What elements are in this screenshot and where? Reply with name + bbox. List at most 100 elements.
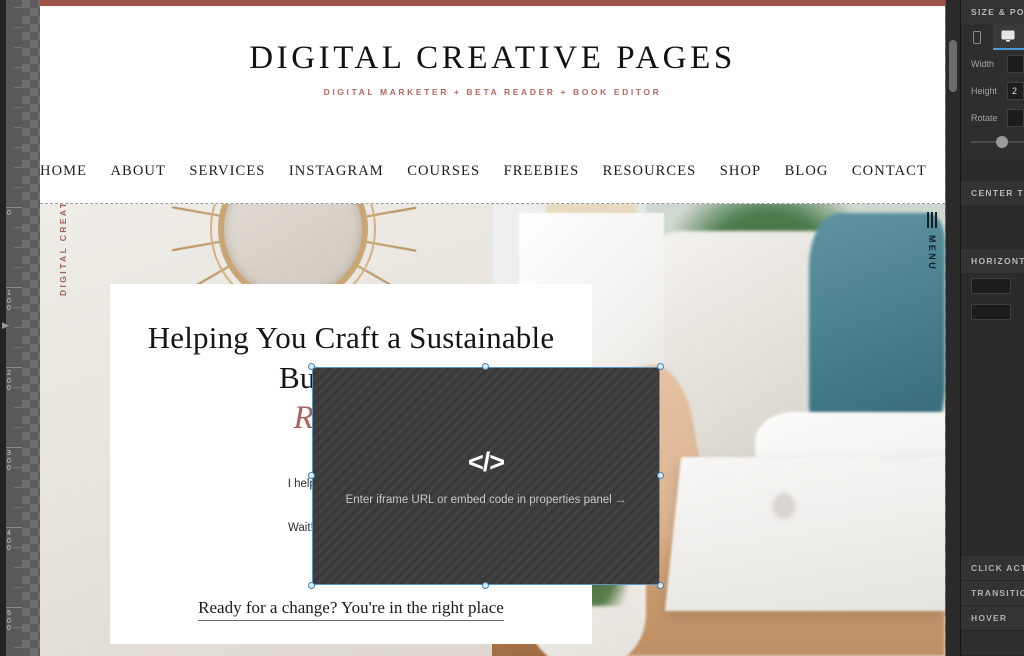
ruler-tick-minor xyxy=(14,567,22,568)
hover-section[interactable]: HOVER xyxy=(961,606,1024,631)
ruler-tick-major xyxy=(6,367,22,368)
ruler-label: 1 0 0 xyxy=(7,290,11,312)
rotate-slider-knob[interactable] xyxy=(996,136,1008,148)
ruler-tick-minor xyxy=(14,307,22,308)
ruler-tick-minor xyxy=(14,7,22,8)
resize-handle-bottom-right[interactable] xyxy=(657,582,664,589)
ruler-tick-minor xyxy=(14,27,22,28)
menu-label: MENU xyxy=(927,235,937,272)
ruler-tick-minor xyxy=(14,587,22,588)
ruler-tick-minor xyxy=(14,487,22,488)
ruler-tick-minor xyxy=(14,227,22,228)
ruler-label: 5 0 0 xyxy=(7,610,11,632)
panel-collapse-toggle[interactable]: ▶ xyxy=(2,318,12,332)
ruler-tick-minor xyxy=(14,147,22,148)
ruler-tick-minor xyxy=(14,67,22,68)
ruler-tick-minor xyxy=(14,247,22,248)
nav-item-home[interactable]: HOME xyxy=(40,163,87,180)
nav-item-freebies[interactable]: FREEBIES xyxy=(504,163,580,180)
properties-panel[interactable]: SIZE & POSITION Width Height 2 xyxy=(960,0,1024,656)
ruler-label: 2 0 0 xyxy=(7,370,11,392)
nav-item-contact[interactable]: CONTACT xyxy=(852,163,927,180)
ruler-tick-minor xyxy=(14,427,22,428)
ruler-tick-major xyxy=(6,527,22,528)
properties-panel-footer: CLICK ACTION TRANSITION HOVER xyxy=(961,556,1024,656)
center-to-body xyxy=(961,205,1024,249)
nav-item-instagram[interactable]: INSTAGRAM xyxy=(289,163,384,180)
ruler-tick-minor xyxy=(14,47,22,48)
ruler-tick-minor xyxy=(14,327,22,328)
nav-item-services[interactable]: SERVICES xyxy=(189,163,265,180)
desktop-icon[interactable] xyxy=(992,24,1024,50)
selected-iframe-element[interactable]: </> Enter iframe URL or embed code in pr… xyxy=(308,363,664,589)
rotate-slider[interactable] xyxy=(971,131,1024,153)
width-field-row[interactable]: Width xyxy=(961,50,1024,77)
ruler-label: 4 0 0 xyxy=(7,530,11,552)
ruler-tick-minor xyxy=(14,407,22,408)
width-label: Width xyxy=(971,58,995,69)
logo-title: DIGITAL CREATIVE PAGES xyxy=(249,40,736,76)
rotate-input[interactable] xyxy=(1007,108,1024,127)
resize-handle-bottom-left[interactable] xyxy=(308,582,315,589)
nav-item-courses[interactable]: COURSES xyxy=(407,163,480,180)
resize-handle-middle-right[interactable] xyxy=(657,472,664,479)
hero-cta-label[interactable]: Ready for a change? You're in the right … xyxy=(198,598,504,621)
size-fields-group: Width Height 2 Rotate xyxy=(961,50,1024,159)
transition-section[interactable]: TRANSITION xyxy=(961,581,1024,606)
horizontal-input-1[interactable] xyxy=(971,278,1011,294)
site-header: DIGITAL CREATIVE PAGES DIGITAL MARKETER … xyxy=(40,6,945,204)
site-logo[interactable]: DIGITAL CREATIVE PAGES DIGITAL MARKETER … xyxy=(40,6,945,97)
section-header-size-position: SIZE & POSITION xyxy=(961,0,1024,24)
resize-handle-top-center[interactable] xyxy=(482,363,489,370)
height-field-row[interactable]: Height 2 xyxy=(961,77,1024,104)
ruler-tick-minor xyxy=(14,127,22,128)
nav-item-about[interactable]: ABOUT xyxy=(110,163,165,180)
site-navigation[interactable]: HOME ABOUT SERVICES INSTAGRAM COURSES FR… xyxy=(40,163,945,180)
ruler-tick-minor xyxy=(14,467,22,468)
height-input[interactable]: 2 xyxy=(1007,81,1024,100)
iframe-placeholder-box[interactable]: </> Enter iframe URL or embed code in pr… xyxy=(312,367,660,585)
horizontal-input-2[interactable] xyxy=(971,304,1011,320)
canvas-scrollbar[interactable] xyxy=(946,0,960,656)
ruler-label: 0 xyxy=(7,210,11,217)
ruler-tick-minor xyxy=(14,107,22,108)
section-header-horizontal: HORIZONTAL xyxy=(961,249,1024,273)
code-embed-icon: </> xyxy=(467,447,505,477)
mobile-icon[interactable] xyxy=(961,24,993,50)
ruler-tick-minor xyxy=(14,547,22,548)
resize-handle-top-left[interactable] xyxy=(308,363,315,370)
width-input[interactable] xyxy=(1007,54,1024,73)
scrollbar-thumb[interactable] xyxy=(949,40,957,92)
ruler-tick-minor xyxy=(14,627,22,628)
resize-handle-bottom-center[interactable] xyxy=(482,582,489,589)
horizontal-row-1[interactable] xyxy=(961,273,1024,299)
ruler-tick-major xyxy=(6,287,22,288)
resize-handle-middle-left[interactable] xyxy=(308,472,315,479)
hero-cta[interactable]: Ready for a change? You're in the right … xyxy=(110,598,592,621)
hero-vertical-brand: DIGITAL CREATIVE PAGES xyxy=(58,204,68,296)
ruler-tick-minor xyxy=(14,87,22,88)
ruler-tick-minor xyxy=(14,387,22,388)
section-header-center-to: CENTER TO xyxy=(961,181,1024,205)
nav-item-resources[interactable]: RESOURCES xyxy=(603,163,697,180)
resize-handle-top-right[interactable] xyxy=(657,363,664,370)
editor-canvas-window: 0 1 0 0 2 0 0 3 0 0 4 0 0 5 0 0 DIGITAL CREAT… xyxy=(0,0,1024,656)
nav-item-shop[interactable]: SHOP xyxy=(720,163,761,180)
ruler-tick-minor xyxy=(14,187,22,188)
ruler-label: 3 0 0 xyxy=(7,450,11,472)
ruler-tick-major xyxy=(6,207,22,208)
height-label: Height xyxy=(971,85,998,96)
hamburger-icon[interactable] xyxy=(925,212,939,228)
ruler-tick-major xyxy=(6,607,22,608)
ruler-tick-minor xyxy=(14,647,22,648)
ruler-tick-major xyxy=(6,447,22,448)
nav-item-blog[interactable]: BLOG xyxy=(785,163,829,180)
click-action-section[interactable]: CLICK ACTION xyxy=(961,556,1024,581)
rotate-label: Rotate xyxy=(971,112,998,123)
rotate-field-row[interactable]: Rotate xyxy=(961,104,1024,131)
horizontal-body xyxy=(961,273,1024,325)
hero-menu-toggle[interactable]: MENU xyxy=(925,212,939,271)
footer-extra-row[interactable] xyxy=(961,631,1024,656)
device-tabs[interactable] xyxy=(961,24,1024,50)
horizontal-row-2[interactable] xyxy=(961,299,1024,325)
